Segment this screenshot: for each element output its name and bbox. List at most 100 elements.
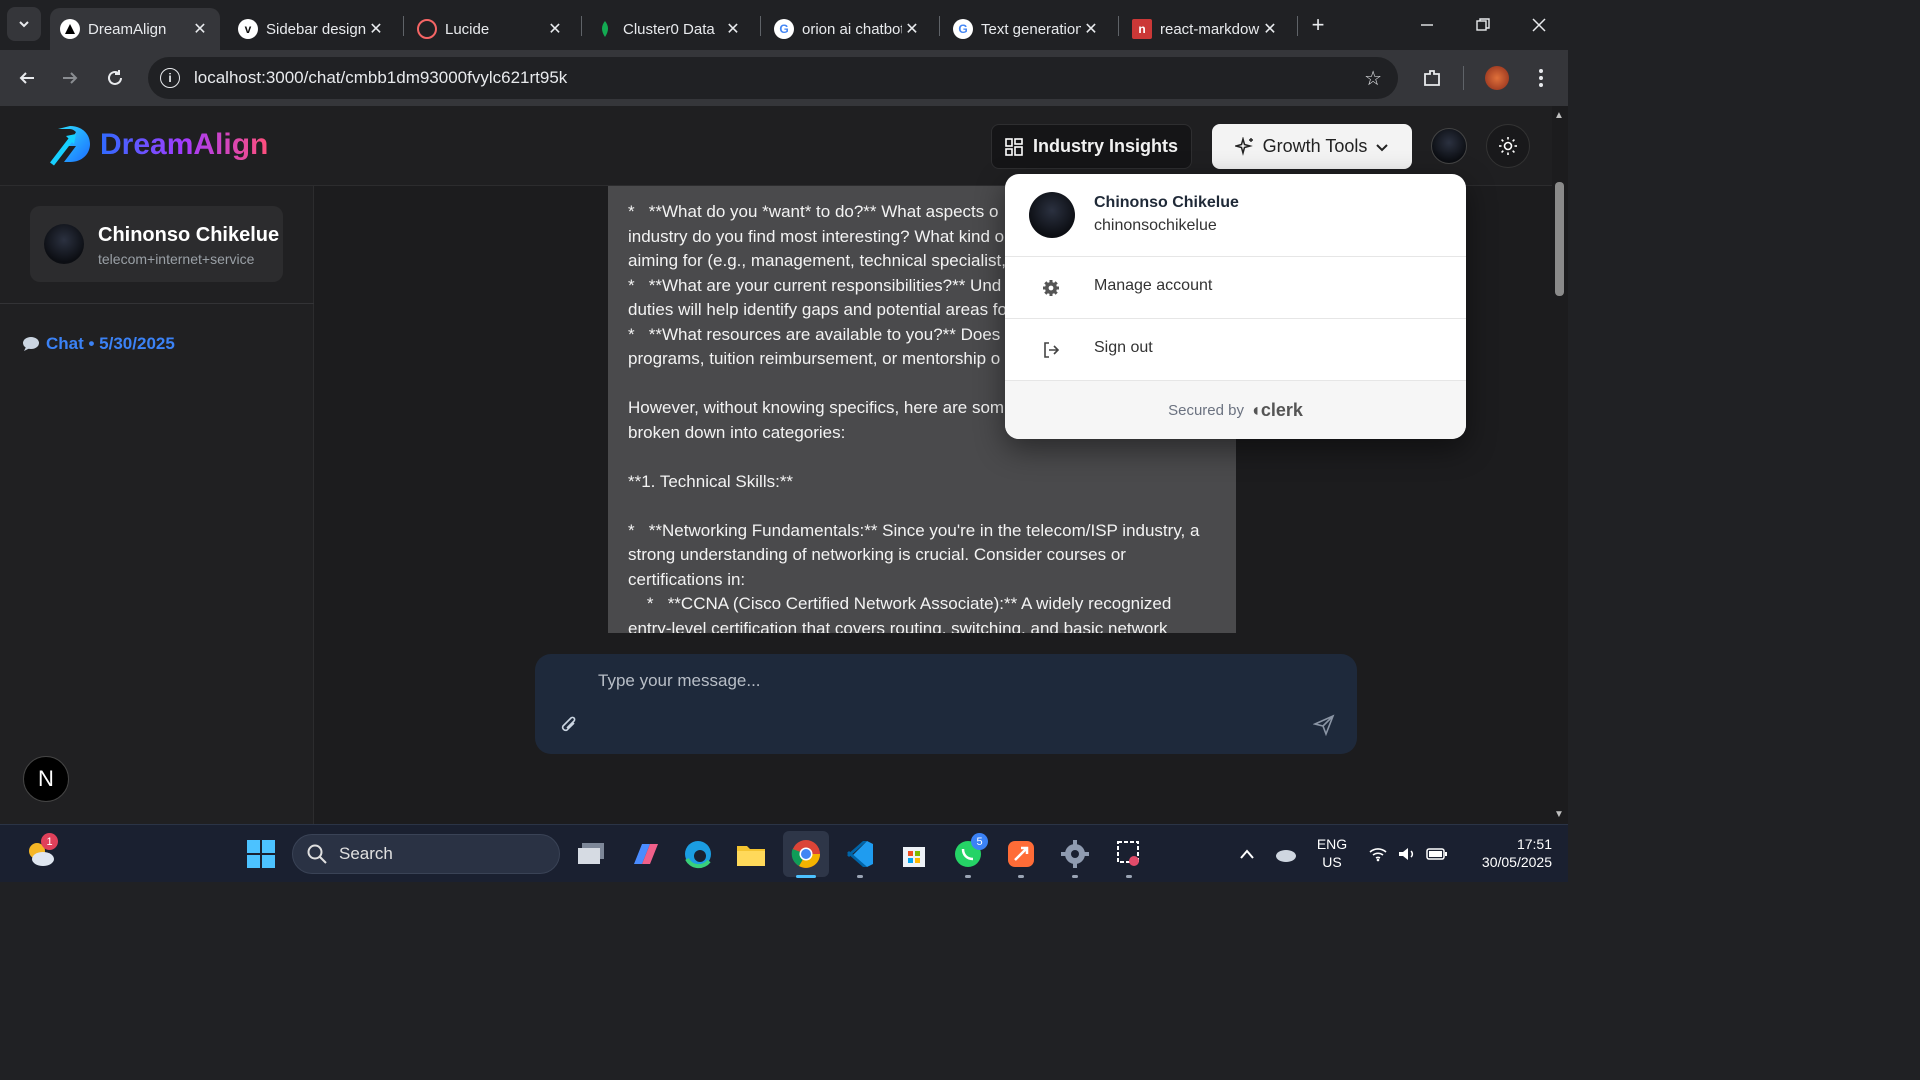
close-tab-icon[interactable]: ✕ — [366, 19, 386, 39]
forward-button[interactable] — [54, 62, 86, 94]
profile-industry: telecom+internet+service — [98, 251, 255, 267]
industry-insights-label: Industry Insights — [1032, 136, 1178, 156]
close-tab-icon[interactable]: ✕ — [723, 19, 743, 39]
browser-tab-dreamalign[interactable]: DreamAlign ✕ — [50, 8, 220, 50]
scroll-up-icon[interactable]: ▲ — [1554, 110, 1564, 121]
browser-tab-sidebar-design[interactable]: v Sidebar design ✕ — [228, 8, 396, 50]
account-username: chinonsochikelue — [1094, 217, 1217, 234]
sidebar: Chinonso Chikelue telecom+internet+servi… — [0, 186, 314, 824]
sidebar-divider — [0, 303, 314, 304]
reload-icon — [108, 70, 122, 85]
whatsapp-badge: 5 — [971, 833, 988, 850]
browser-tab-cluster0[interactable]: Cluster0 Data ✕ — [585, 8, 753, 50]
url-text[interactable]: localhost:3000/chat/cmbb1dm93000fvylc621… — [194, 68, 567, 88]
copilot-icon — [634, 844, 658, 864]
clerk-logo[interactable]: ◖clerk — [1250, 400, 1303, 421]
close-tab-icon[interactable]: ✕ — [190, 19, 210, 39]
profile-button[interactable] — [1481, 62, 1513, 94]
postman-app[interactable] — [1003, 836, 1039, 872]
address-bar[interactable]: i localhost:3000/chat/cmbb1dm93000fvylc6… — [148, 57, 1398, 99]
settings-app[interactable] — [1057, 836, 1093, 872]
chrome-active-indicator — [796, 875, 816, 878]
battery-icon — [1426, 848, 1448, 860]
snipping-tool-icon — [1117, 841, 1139, 866]
close-tab-icon[interactable]: ✕ — [1260, 19, 1280, 39]
chevron-down-icon — [1376, 143, 1389, 151]
close-tab-icon[interactable]: ✕ — [902, 19, 922, 39]
growth-tools-button[interactable]: Growth Tools — [1212, 124, 1412, 169]
vscode-app[interactable] — [842, 836, 878, 872]
browser-tab-lucide[interactable]: Lucide ✕ — [407, 8, 575, 50]
sidebar-chat-item[interactable]: Chat • 5/30/2025 — [22, 334, 175, 354]
scroll-down-icon[interactable]: ▼ — [1554, 809, 1564, 820]
industry-insights-button[interactable]: Industry Insights — [991, 124, 1192, 169]
tab-search-button[interactable] — [7, 7, 41, 41]
tab-title: Lucide — [445, 20, 490, 38]
system-tray-controls[interactable] — [1363, 836, 1453, 872]
account-avatar — [1029, 192, 1075, 238]
bookmark-star-icon[interactable]: ☆ — [1364, 66, 1382, 91]
profile-card[interactable]: Chinonso Chikelue telecom+internet+servi… — [30, 206, 283, 282]
copilot-app[interactable] — [627, 836, 663, 872]
manage-account-item[interactable]: Manage account — [1005, 257, 1466, 319]
chrome-app[interactable] — [788, 836, 824, 872]
message-input[interactable]: Type your message... — [598, 671, 761, 691]
new-tab-button[interactable]: + — [1305, 12, 1331, 38]
vscode-indicator — [857, 875, 863, 878]
browser-menu-button[interactable] — [1525, 62, 1557, 94]
sign-out-item[interactable]: Sign out — [1005, 319, 1466, 381]
whatsapp-app[interactable]: 5 — [950, 833, 988, 872]
show-hidden-icons-button[interactable] — [1229, 836, 1265, 872]
extensions-button[interactable] — [1416, 62, 1448, 94]
tab-title: orion ai chatbot — [802, 20, 902, 38]
more-vertical-icon — [1539, 69, 1543, 87]
tab-separator — [939, 16, 940, 36]
secured-by-footer: Secured by ◖clerk — [1005, 381, 1466, 439]
minimize-button[interactable] — [1407, 10, 1447, 40]
plus-icon: + — [1311, 12, 1325, 37]
secured-by-text: Secured by — [1168, 401, 1244, 419]
page-scrollbar[interactable]: ▲ ▼ — [1552, 106, 1568, 824]
logo[interactable]: DreamAlign — [48, 124, 268, 166]
browser-tab-orion[interactable]: G orion ai chatbot ✕ — [764, 8, 932, 50]
close-window-button[interactable] — [1519, 10, 1559, 40]
message-line: strong understanding of networking is cr… — [628, 545, 1126, 564]
reload-button[interactable] — [99, 62, 131, 94]
browser-tab-text-generation[interactable]: G Text generation ✕ — [943, 8, 1111, 50]
attach-button[interactable] — [559, 714, 579, 741]
v0-favicon-icon: v — [238, 19, 258, 39]
chrome-icon — [791, 840, 820, 868]
message-line: certifications in: — [628, 569, 746, 589]
site-info-icon[interactable]: i — [160, 68, 180, 88]
edge-app[interactable] — [680, 836, 716, 872]
close-tab-icon[interactable]: ✕ — [1081, 19, 1101, 39]
start-button[interactable] — [243, 836, 279, 872]
tab-title: Sidebar design — [266, 20, 366, 38]
clock[interactable]: 17:51 30/05/2025 — [1460, 835, 1552, 871]
task-view-button[interactable] — [573, 836, 609, 872]
message-composer[interactable]: Type your message... — [535, 654, 1357, 754]
onedrive-tray[interactable] — [1268, 836, 1304, 872]
file-explorer-app[interactable] — [733, 836, 769, 872]
send-button[interactable] — [1312, 714, 1335, 741]
theme-toggle-button[interactable] — [1486, 124, 1530, 168]
close-tab-icon[interactable]: ✕ — [545, 19, 565, 39]
browser-profile-avatar — [1485, 66, 1509, 90]
sparkles-icon — [1234, 136, 1253, 156]
nextjs-dev-badge[interactable]: N — [23, 756, 69, 802]
weather-widget[interactable]: 1 — [22, 833, 58, 872]
lucide-favicon-icon — [417, 19, 437, 39]
chat-link-label: Chat • 5/30/2025 — [46, 334, 175, 353]
profile-avatar — [44, 224, 84, 264]
language-indicator[interactable]: ENG US — [1312, 835, 1352, 871]
close-icon — [1532, 18, 1546, 32]
back-button[interactable] — [11, 62, 43, 94]
user-avatar-button[interactable] — [1431, 128, 1467, 164]
browser-tab-react-markdown[interactable]: n react-markdown ✕ — [1122, 8, 1290, 50]
growth-tools-label: Growth Tools — [1262, 136, 1368, 156]
taskbar-search[interactable]: Search — [292, 834, 560, 874]
snipping-tool-app[interactable] — [1111, 836, 1147, 872]
restore-button[interactable] — [1463, 10, 1503, 40]
store-app[interactable] — [896, 836, 932, 872]
scrollbar-thumb[interactable] — [1555, 182, 1564, 296]
